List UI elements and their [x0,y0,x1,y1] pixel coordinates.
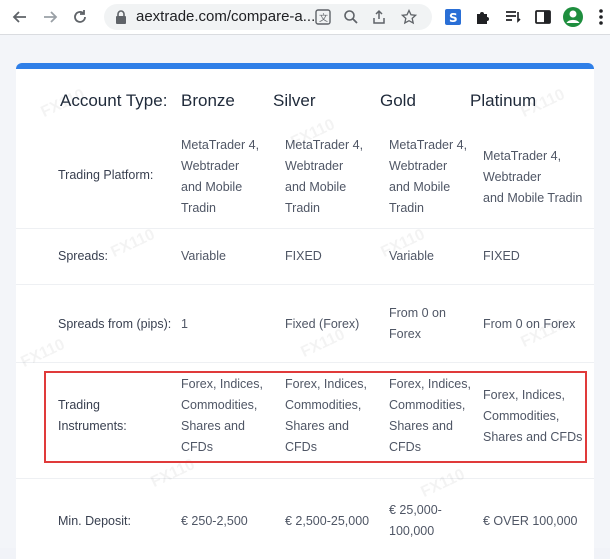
cell-platinum: From 0 on Forex [483,317,576,331]
cell-line: and Mobile [285,180,347,194]
table-row: Trading Platform: MetaTrader 4, Webtrade… [16,123,594,229]
address-bar[interactable]: aextrade.com/compare-a... 文 [104,4,432,30]
cell-line: Tradin [285,201,320,215]
svg-text:S: S [449,11,458,25]
share-icon[interactable] [370,8,388,26]
header-platinum: Platinum [470,91,537,110]
reading-list-icon[interactable] [502,6,524,28]
extension-s-icon[interactable]: S [442,6,464,28]
cell-silver: € 2,500-25,000 [285,514,370,528]
cell-bronze: 1 [181,317,188,331]
header-silver: Silver [273,91,316,110]
cell-line: MetaTrader 4, [483,149,562,163]
header-label: Account Type: [60,91,168,110]
cell-line: and Mobile [389,180,451,194]
reload-icon [74,10,86,23]
bookmark-star-icon[interactable] [400,8,418,26]
cell-gold: Variable [389,249,434,263]
table-header: Account Type: Bronze Silver Gold Platinu… [16,83,594,117]
cell-line: Tradin [181,201,216,215]
cell-line: MetaTrader 4, [389,138,468,152]
cell-line: € 25,000- [389,503,442,517]
menu-dots-icon[interactable] [590,6,610,28]
cell-line: MetaTrader 4, [181,138,260,152]
cell-line: Webtrader [483,170,542,184]
back-button[interactable] [8,5,32,29]
url-text: aextrade.com/compare-a... [136,8,316,25]
cell-line: From 0 on [389,306,446,320]
cell-silver: MetaTrader 4, Webtrader and Mobile Tradi… [285,135,377,219]
cell-line: Webtrader [181,159,240,173]
cell-platinum: MetaTrader 4, Webtrader and Mobile Tradi… [483,146,593,209]
comparison-table: Account Type: Bronze Silver Gold Platinu… [16,63,594,559]
cell-gold: MetaTrader 4, Webtrader and Mobile Tradi… [389,135,479,219]
cell-line: MetaTrader 4, [285,138,364,152]
lock-icon [116,10,126,24]
cell-line: Forex [389,327,421,341]
header-bronze: Bronze [181,91,235,110]
puzzle-extensions-icon[interactable] [472,6,494,28]
cell-platinum: € OVER 100,000 [483,514,578,528]
cell-bronze: MetaTrader 4, Webtrader and Mobile Tradi… [181,135,271,219]
row-label: Spreads from (pips): [58,317,172,331]
reload-button[interactable] [68,5,92,29]
arrow-left-icon [12,11,26,23]
page-content: Account Type: Bronze Silver Gold Platinu… [0,35,610,559]
cell-line: 100,000 [389,524,435,538]
highlight-box [44,371,587,463]
table-row: Min. Deposit: € 250-2,500 € 2,500-25,000… [16,478,594,553]
browser-toolbar: aextrade.com/compare-a... 文 S [0,0,610,35]
cell-line: Tradin [389,201,424,215]
cell-line: Webtrader [285,159,344,173]
side-panel-icon[interactable] [532,6,554,28]
header-gold: Gold [380,91,416,110]
cell-line: and Mobile Tradin [483,191,583,205]
cell-silver: FIXED [285,249,322,263]
cell-line: Webtrader [389,159,448,173]
translate-icon[interactable]: 文 [314,8,332,26]
table-row: Spreads from (pips): 1 Fixed (Forex) Fro… [16,284,594,363]
cell-gold: From 0 on Forex [389,303,479,345]
cell-gold: € 25,000- 100,000 [389,500,479,542]
row-label: Min. Deposit: [58,514,131,528]
forward-button[interactable] [38,5,62,29]
cell-bronze: Variable [181,249,226,263]
table-row: Spreads: Variable FIXED Variable FIXED [16,228,594,285]
cell-line: and Mobile [181,180,243,194]
cell-platinum: FIXED [483,249,520,263]
arrow-right-icon [44,11,58,23]
zoom-icon[interactable] [342,8,360,26]
cell-silver: Fixed (Forex) [285,317,360,331]
cell-bronze: € 250-2,500 [181,514,248,528]
row-label: Spreads: [58,249,109,263]
svg-text:文: 文 [319,12,328,24]
row-label: Trading Platform: [58,168,154,182]
profile-avatar-icon[interactable] [562,6,584,28]
